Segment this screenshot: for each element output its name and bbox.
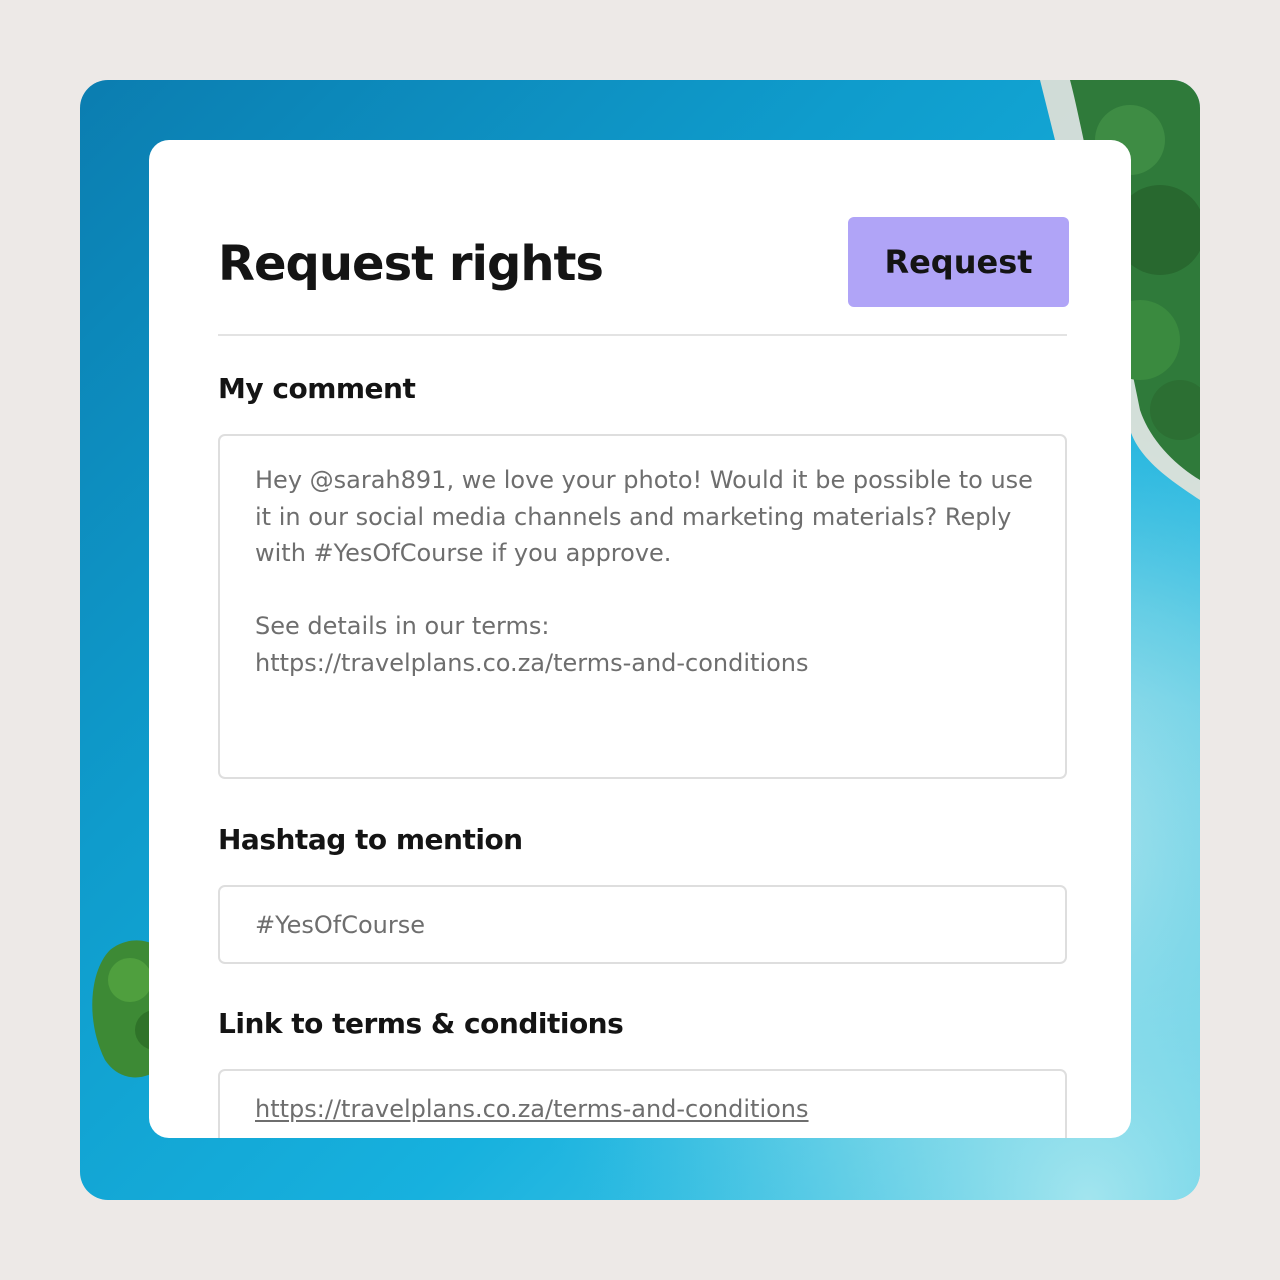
comment-text: Hey @sarah891, we love your photo! Would…	[255, 466, 1033, 677]
hashtag-input[interactable]: #YesOfCourse	[218, 885, 1067, 964]
hashtag-value: #YesOfCourse	[255, 911, 425, 939]
terms-link-input[interactable]: https://travelplans.co.za/terms-and-cond…	[218, 1069, 1067, 1138]
terms-link-label: Link to terms & conditions	[218, 1007, 624, 1040]
terms-link-value[interactable]: https://travelplans.co.za/terms-and-cond…	[255, 1091, 809, 1127]
header-divider	[218, 334, 1067, 336]
comment-textarea[interactable]: Hey @sarah891, we love your photo! Would…	[218, 434, 1067, 779]
request-rights-dialog: Request rights Request My comment Hey @s…	[149, 140, 1131, 1138]
comment-label: My comment	[218, 372, 416, 405]
hashtag-label: Hashtag to mention	[218, 823, 523, 856]
dialog-title: Request rights	[218, 236, 604, 292]
request-button[interactable]: Request	[848, 217, 1069, 307]
